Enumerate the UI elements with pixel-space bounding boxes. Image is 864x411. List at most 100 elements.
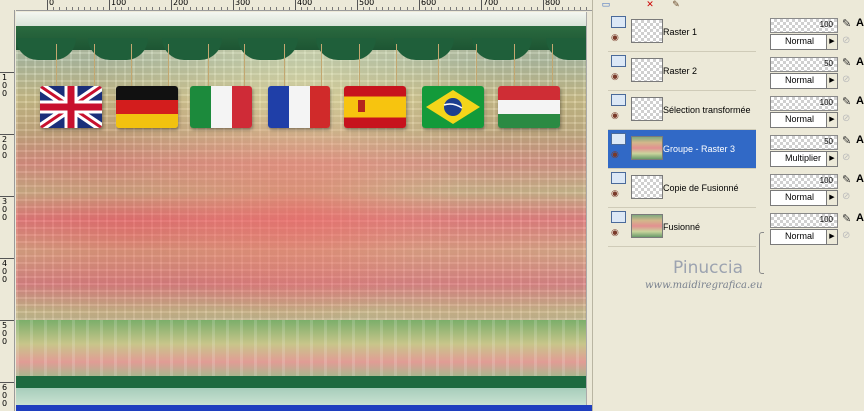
blend-mode-value: Normal <box>785 114 815 124</box>
flag-italy <box>190 86 252 128</box>
opacity-slider[interactable]: 100 <box>770 96 838 111</box>
ruler-minor-tick <box>183 7 185 10</box>
ruler-minor-tick <box>462 7 464 10</box>
chevron-right-icon[interactable]: ▶ <box>826 113 837 127</box>
chevron-right-icon[interactable]: ▶ <box>826 191 837 205</box>
layer-row[interactable]: ◉ Groupe - Raster 3 <box>608 130 756 169</box>
visibility-eye-icon[interactable]: ◉ <box>611 72 624 81</box>
image-top-band <box>16 12 586 26</box>
ruler-major-tick <box>233 0 234 10</box>
blend-mode-value: Normal <box>785 192 815 202</box>
layer-row[interactable]: ◉ Copie de Fusionné <box>608 169 756 208</box>
ruler-label: 4 0 0 <box>2 259 8 284</box>
ruler-minor-tick <box>412 7 414 10</box>
ruler-major-tick <box>543 0 544 10</box>
layer-name: Groupe - Raster 3 <box>663 144 736 154</box>
visibility-eye-icon[interactable]: ◉ <box>611 111 624 120</box>
ruler-minor-tick <box>474 7 476 10</box>
rope <box>244 44 245 90</box>
ruler-label: 100 <box>111 0 127 7</box>
alpha-lock-label: A <box>856 134 864 146</box>
ruler-minor-tick <box>202 7 203 10</box>
ruler-minor-tick <box>257 7 259 10</box>
lock-icon[interactable]: ⊘ <box>842 74 854 86</box>
opacity-slider[interactable]: 50 <box>770 135 838 150</box>
canvas-horizontal-scrollbar[interactable] <box>16 405 592 411</box>
left-ruler: 1 0 0 2 0 0 3 0 0 4 0 0 5 0 0 6 0 0 <box>0 10 15 411</box>
visibility-eye-icon[interactable]: ◉ <box>611 228 624 237</box>
ruler-minor-tick <box>499 7 501 10</box>
edit-pen-icon[interactable]: ✎ <box>842 213 854 225</box>
layer-properties-row: 100 Normal ▶ ✎ ⊘ A <box>768 211 864 249</box>
rope <box>321 44 322 90</box>
image-bottom-green-band <box>16 376 586 388</box>
chevron-right-icon[interactable]: ▶ <box>826 74 837 88</box>
chevron-right-icon[interactable]: ▶ <box>826 230 837 244</box>
edit-pen-icon[interactable]: ✎ <box>842 174 854 186</box>
watermark-url: www.maidiregrafica.eu <box>645 280 763 291</box>
ruler-minor-tick <box>177 7 179 10</box>
ruler-minor-tick <box>518 7 520 10</box>
edit-pen-icon[interactable]: ✎ <box>842 135 854 147</box>
visibility-eye-icon[interactable]: ◉ <box>611 189 624 198</box>
layer-type-icon <box>611 94 626 106</box>
edit-pen-icon[interactable]: ✎ <box>842 96 854 108</box>
blend-mode-dropdown[interactable]: Normal ▶ <box>770 229 838 245</box>
ruler-label: 200 <box>173 0 189 7</box>
ruler-minor-tick <box>220 7 222 10</box>
layer-name: Copie de Fusionné <box>663 183 739 193</box>
ruler-major-tick <box>481 0 482 10</box>
image-canvas[interactable] <box>16 12 586 411</box>
flag-spain <box>344 86 406 128</box>
edit-pen-icon[interactable]: ✎ <box>842 57 854 69</box>
ruler-minor-tick <box>344 7 346 10</box>
edit-pen-icon[interactable]: ✎ <box>842 18 854 30</box>
ruler-minor-tick <box>381 7 383 10</box>
ruler-minor-tick <box>505 7 507 10</box>
ruler-minor-tick <box>425 7 427 10</box>
delete-layer-icon[interactable]: ✕ <box>643 0 657 9</box>
opacity-value: 100 <box>819 176 833 185</box>
brush-icon[interactable]: ✎ <box>669 0 683 9</box>
ruler-minor-tick <box>59 7 61 10</box>
blend-mode-dropdown[interactable]: Normal ▶ <box>770 73 838 89</box>
ruler-minor-tick <box>90 7 92 10</box>
opacity-slider[interactable]: 100 <box>770 213 838 228</box>
lock-icon[interactable]: ⊘ <box>842 230 854 242</box>
chevron-right-icon[interactable]: ▶ <box>826 152 837 166</box>
visibility-eye-icon[interactable]: ◉ <box>611 33 624 42</box>
visibility-eye-icon[interactable]: ◉ <box>611 150 624 159</box>
layer-type-icon <box>611 211 626 223</box>
layer-row[interactable]: ◉ Fusionné <box>608 208 756 247</box>
blend-mode-dropdown[interactable]: Normal ▶ <box>770 112 838 128</box>
ruler-minor-tick <box>53 7 55 10</box>
layer-name: Raster 2 <box>663 66 698 76</box>
blend-mode-dropdown[interactable]: Normal ▶ <box>770 190 838 206</box>
layer-properties-row: 100 Normal ▶ ✎ ⊘ A <box>768 94 864 132</box>
layer-thumbnail <box>631 175 663 199</box>
layer-row[interactable]: ◉ Raster 2 <box>608 52 756 91</box>
opacity-slider[interactable]: 100 <box>770 18 838 33</box>
ruler-minor-tick <box>226 7 228 10</box>
opacity-slider[interactable]: 100 <box>770 174 838 189</box>
ruler-minor-tick <box>140 7 141 10</box>
chevron-right-icon[interactable]: ▶ <box>826 35 837 49</box>
lock-icon[interactable]: ⊘ <box>842 35 854 47</box>
ruler-label: 0 <box>49 0 55 7</box>
layers-toolbar: ▭ ✕ ✎ <box>593 0 761 12</box>
lock-icon[interactable]: ⊘ <box>842 191 854 203</box>
layer-row[interactable]: ◉ Sélection transformée <box>608 91 756 130</box>
rope <box>208 44 209 90</box>
alpha-lock-label: A <box>856 17 864 29</box>
layer-type-icon <box>611 172 626 184</box>
blend-mode-value: Multiplier <box>785 153 822 163</box>
layer-row[interactable]: ◉ Raster 1 <box>608 13 756 52</box>
lock-icon[interactable]: ⊘ <box>842 152 854 164</box>
opacity-slider[interactable]: 50 <box>770 57 838 72</box>
blend-mode-dropdown[interactable]: Multiplier ▶ <box>770 151 838 167</box>
blend-mode-dropdown[interactable]: Normal ▶ <box>770 34 838 50</box>
alpha-lock-label: A <box>856 173 864 185</box>
lock-icon[interactable]: ⊘ <box>842 113 854 125</box>
new-layer-icon[interactable]: ▭ <box>599 0 613 9</box>
ruler-label: 5 0 0 <box>2 321 8 346</box>
